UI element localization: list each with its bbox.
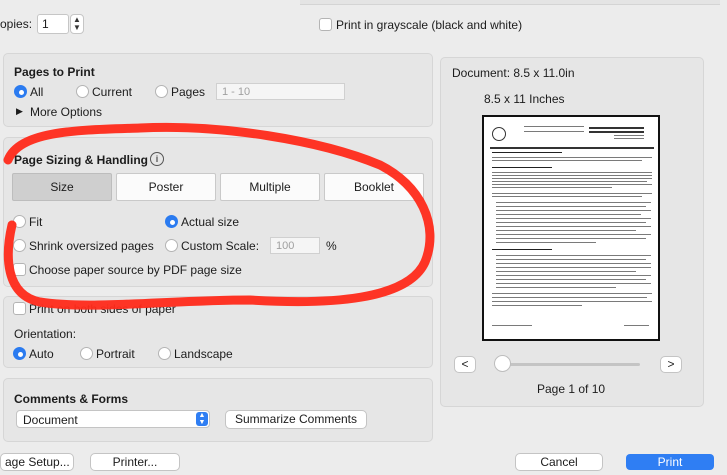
red-annotation-scribble	[3, 122, 435, 310]
